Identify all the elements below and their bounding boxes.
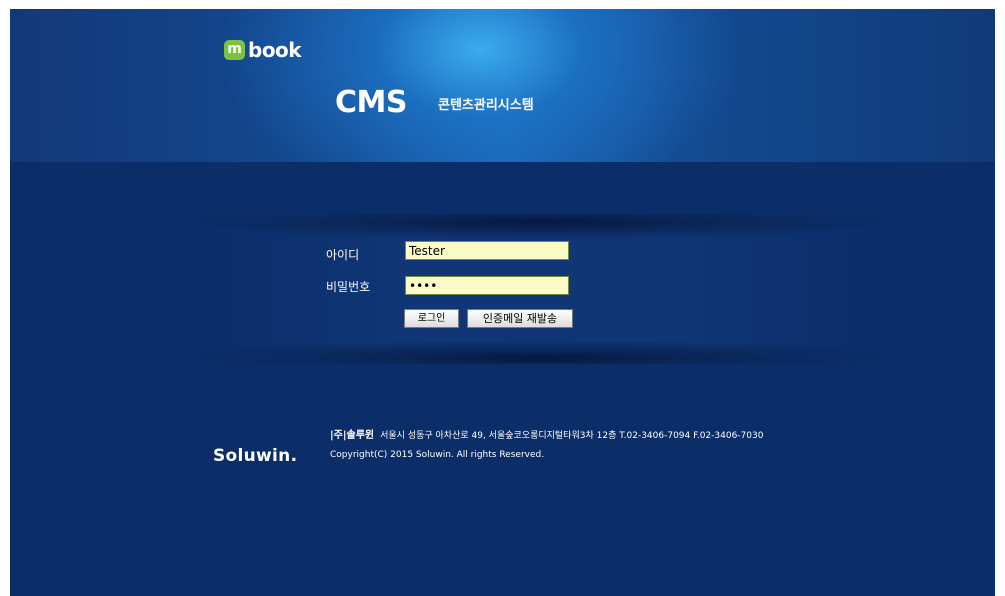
page-title: CMS xyxy=(335,85,407,120)
footer-address-line: |주|솔루윈 서울시 성동구 아차산로 49, 서울숲코오롱디지털타워3차 12층… xyxy=(330,430,763,442)
mbook-logo-mark: m xyxy=(224,40,245,60)
password-label: 비밀번호 xyxy=(326,280,371,294)
page-background: m book CMS 콘텐츠관리시스템 xyxy=(10,9,995,596)
id-label: 아이디 xyxy=(326,248,360,262)
footer-company-name: |주|솔루윈 xyxy=(330,430,375,441)
id-input[interactable] xyxy=(405,241,569,260)
soluwin-logo: Soluwin. xyxy=(213,446,298,466)
login-button[interactable]: 로그인 xyxy=(404,309,459,328)
password-input[interactable] xyxy=(405,276,569,295)
footer-address: 서울시 성동구 아차산로 49, 서울숲코오롱디지털타워3차 12층 T.02-… xyxy=(380,431,764,441)
header-banner: m book CMS 콘텐츠관리시스템 xyxy=(10,9,995,162)
footer-copyright: Copyright(C) 2015 Soluwin. All rights Re… xyxy=(330,450,545,460)
mbook-logo-text: book xyxy=(248,38,302,62)
page-subtitle: 콘텐츠관리시스템 xyxy=(438,98,534,113)
mbook-logo: m book xyxy=(224,38,302,62)
resend-email-button[interactable]: 인증메일 재발송 xyxy=(467,309,573,328)
